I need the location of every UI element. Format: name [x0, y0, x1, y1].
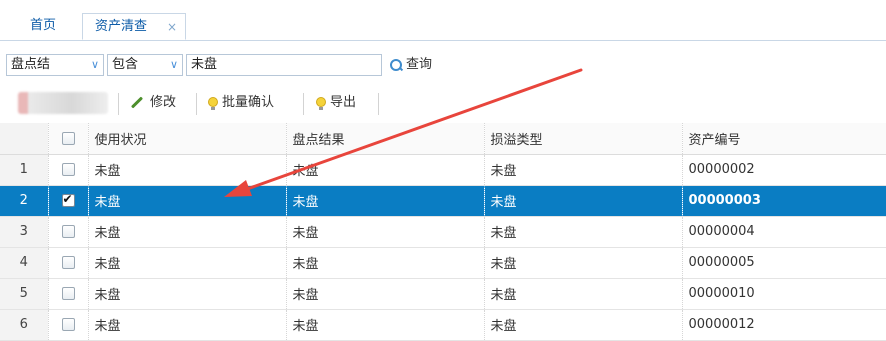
cell-asset-number: 00000005 [682, 247, 886, 279]
row-checkbox[interactable] [61, 225, 75, 238]
row-number: 6 [0, 309, 49, 341]
batch-confirm-label: 批量确认 [222, 95, 275, 110]
column-header-asset-number[interactable]: 资产编号 [682, 123, 886, 155]
filter-operator-value: 包含 [112, 57, 139, 72]
table-row[interactable]: 6 未盘 未盘 未盘 00000012 [0, 309, 886, 341]
row-checkbox-cell[interactable] [48, 278, 89, 310]
cell-loss-type: 未盘 [484, 247, 683, 279]
cell-usage-status: 未盘 [88, 216, 287, 248]
lightbulb-icon [208, 96, 218, 110]
toolbar-divider [118, 93, 119, 115]
row-checkbox-cell[interactable] [48, 247, 89, 279]
row-checkbox[interactable] [61, 287, 75, 300]
toolbar-divider [196, 93, 197, 115]
cell-loss-type: 未盘 [484, 216, 683, 248]
table-header-row: 使用状况 盘点结果 损溢类型 资产编号 [0, 123, 886, 155]
cell-asset-number: 00000012 [682, 309, 886, 341]
toolbar: 修改 批量确认 导出 [0, 83, 886, 121]
row-checkbox-cell[interactable] [48, 154, 89, 186]
pencil-icon [130, 96, 144, 109]
redacted-button[interactable] [18, 92, 108, 114]
tab-home[interactable]: 首页 [12, 13, 74, 40]
filter-field-value: 盘点结 [11, 57, 51, 72]
filter-field-select[interactable]: 盘点结 ∨ [6, 54, 104, 76]
table-row[interactable]: 3 未盘 未盘 未盘 00000004 [0, 216, 886, 248]
cell-inventory-result: 未盘 [286, 247, 485, 279]
cell-usage-status: 未盘 [88, 309, 287, 341]
chevron-down-icon[interactable]: ∨ [170, 55, 178, 75]
cell-inventory-result: 未盘 [286, 185, 485, 217]
chevron-down-icon[interactable]: ∨ [91, 55, 99, 75]
row-checkbox-cell[interactable] [48, 185, 89, 217]
cell-usage-status: 未盘 [88, 278, 287, 310]
filter-bar: 盘点结 ∨ 包含 ∨ 未盘 查询 [0, 51, 886, 81]
query-button[interactable]: 查询 [390, 54, 432, 76]
export-button[interactable]: 导出 [316, 92, 356, 114]
search-icon [390, 58, 402, 71]
cell-asset-number: 00000004 [682, 216, 886, 248]
row-checkbox[interactable] [61, 163, 75, 176]
lightbulb-icon [316, 96, 326, 110]
cell-loss-type: 未盘 [484, 154, 683, 186]
cell-asset-number: 00000010 [682, 278, 886, 310]
column-header-usage-status[interactable]: 使用状况 [88, 123, 287, 155]
batch-confirm-button[interactable]: 批量确认 [208, 92, 274, 114]
cell-asset-number: 00000002 [682, 154, 886, 186]
table-row[interactable]: 5 未盘 未盘 未盘 00000010 [0, 278, 886, 310]
query-button-label: 查询 [406, 57, 433, 72]
tab-asset-inventory[interactable]: 资产清查 × [82, 13, 186, 40]
row-number: 1 [0, 154, 49, 186]
tab-bar: 首页 资产清查 × [0, 0, 886, 41]
row-number: 5 [0, 278, 49, 310]
column-header-inventory-result[interactable]: 盘点结果 [286, 123, 485, 155]
table-row[interactable]: 1 未盘 未盘 未盘 00000002 [0, 154, 886, 186]
table-row[interactable]: 4 未盘 未盘 未盘 00000005 [0, 247, 886, 279]
cell-inventory-result: 未盘 [286, 309, 485, 341]
cell-loss-type: 未盘 [484, 278, 683, 310]
edit-button[interactable]: 修改 [130, 92, 176, 114]
row-checkbox-cell[interactable] [48, 216, 89, 248]
toolbar-divider [378, 93, 379, 115]
close-icon[interactable]: × [167, 14, 177, 40]
export-button-label: 导出 [330, 95, 357, 110]
select-all-checkbox[interactable] [61, 131, 75, 145]
cell-loss-type: 未盘 [484, 309, 683, 341]
cell-usage-status: 未盘 [88, 154, 287, 186]
row-number-header [0, 123, 49, 155]
asset-table: 使用状况 盘点结果 损溢类型 资产编号 1未盘未盘未盘000000022未盘未盘… [0, 123, 886, 341]
filter-operator-select[interactable]: 包含 ∨ [107, 54, 183, 76]
cell-usage-status: 未盘 [88, 185, 287, 217]
filter-value-input[interactable]: 未盘 [186, 54, 382, 76]
cell-inventory-result: 未盘 [286, 216, 485, 248]
select-all-checkbox-cell[interactable] [48, 123, 89, 155]
cell-inventory-result: 未盘 [286, 278, 485, 310]
row-number: 2 [0, 185, 49, 217]
tab-asset-inventory-label: 资产清查 [95, 19, 148, 34]
edit-button-label: 修改 [150, 95, 177, 110]
cell-inventory-result: 未盘 [286, 154, 485, 186]
row-checkbox[interactable] [61, 256, 75, 269]
table-row[interactable]: 2未盘未盘未盘00000003 [0, 185, 886, 217]
row-number: 4 [0, 247, 49, 279]
column-header-loss-type[interactable]: 损溢类型 [484, 123, 683, 155]
row-checkbox-cell[interactable] [48, 309, 89, 341]
cell-loss-type: 未盘 [484, 185, 683, 217]
cell-usage-status: 未盘 [88, 247, 287, 279]
toolbar-divider [303, 93, 304, 115]
row-checkbox[interactable] [61, 318, 75, 331]
cell-asset-number: 00000003 [682, 185, 886, 217]
row-checkbox[interactable] [61, 192, 75, 207]
row-number: 3 [0, 216, 49, 248]
